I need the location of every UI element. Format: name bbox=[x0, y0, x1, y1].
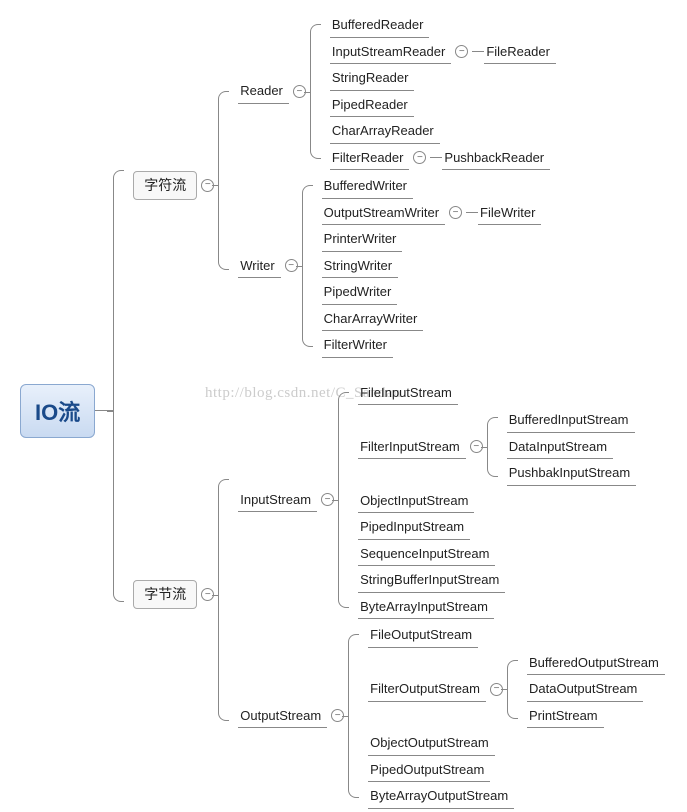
node-input-stream-reader[interactable]: InputStreamReader bbox=[330, 40, 451, 65]
node-output-stream-writer[interactable]: OutputStreamWriter bbox=[322, 201, 445, 226]
node-object-output-stream[interactable]: ObjectOutputStream bbox=[368, 731, 495, 756]
node-char-array-reader[interactable]: CharArrayReader bbox=[330, 119, 440, 144]
node-writer[interactable]: Writer bbox=[238, 254, 280, 279]
node-filter-input-stream[interactable]: FilterInputStream bbox=[358, 435, 466, 460]
node-string-reader[interactable]: StringReader bbox=[330, 66, 415, 91]
node-output-stream[interactable]: OutputStream bbox=[238, 704, 327, 729]
node-filter-reader[interactable]: FilterReader bbox=[330, 146, 410, 171]
node-buffered-input-stream[interactable]: BufferedInputStream bbox=[507, 408, 635, 433]
node-buffered-writer[interactable]: BufferedWriter bbox=[322, 174, 413, 199]
node-data-output-stream[interactable]: DataOutputStream bbox=[527, 677, 643, 702]
node-piped-reader[interactable]: PipedReader bbox=[330, 93, 414, 118]
node-file-reader[interactable]: FileReader bbox=[484, 40, 556, 65]
node-object-input-stream[interactable]: ObjectInputStream bbox=[358, 489, 474, 514]
node-piped-writer[interactable]: PipedWriter bbox=[322, 280, 398, 305]
node-file-output-stream[interactable]: FileOutputStream bbox=[368, 623, 478, 648]
node-reader[interactable]: Reader bbox=[238, 79, 289, 104]
node-input-stream[interactable]: InputStream bbox=[238, 488, 317, 513]
node-byte-array-input-stream[interactable]: ByteArrayInputStream bbox=[358, 595, 494, 620]
node-sequence-input-stream[interactable]: SequenceInputStream bbox=[358, 542, 495, 567]
node-filter-writer[interactable]: FilterWriter bbox=[322, 333, 393, 358]
mindmap: IO流 字符流 − Reader − BufferedReader InputS… bbox=[20, 10, 665, 812]
node-filter-output-stream[interactable]: FilterOutputStream bbox=[368, 677, 486, 702]
node-byte-array-output-stream[interactable]: ByteArrayOutputStream bbox=[368, 784, 514, 809]
node-char-array-writer[interactable]: CharArrayWriter bbox=[322, 307, 424, 332]
node-string-writer[interactable]: StringWriter bbox=[322, 254, 398, 279]
node-piped-output-stream[interactable]: PipedOutputStream bbox=[368, 758, 490, 783]
node-piped-input-stream[interactable]: PipedInputStream bbox=[358, 515, 470, 540]
root-node[interactable]: IO流 bbox=[20, 384, 95, 438]
toggle-icon[interactable]: − bbox=[455, 45, 468, 58]
node-string-buffer-input-stream[interactable]: StringBufferInputStream bbox=[358, 568, 505, 593]
node-data-input-stream[interactable]: DataInputStream bbox=[507, 435, 613, 460]
node-char-stream[interactable]: 字符流 bbox=[133, 171, 197, 200]
node-byte-stream[interactable]: 字节流 bbox=[133, 580, 197, 609]
node-printer-writer[interactable]: PrinterWriter bbox=[322, 227, 403, 252]
node-pushback-reader[interactable]: PushbackReader bbox=[442, 146, 550, 171]
toggle-icon[interactable]: − bbox=[449, 206, 462, 219]
node-file-input-stream[interactable]: FileInputStream bbox=[358, 381, 458, 406]
node-print-stream[interactable]: PrintStream bbox=[527, 704, 604, 729]
node-buffered-reader[interactable]: BufferedReader bbox=[330, 13, 430, 38]
toggle-icon[interactable]: − bbox=[413, 151, 426, 164]
node-buffered-output-stream[interactable]: BufferedOutputStream bbox=[527, 651, 665, 676]
node-file-writer[interactable]: FileWriter bbox=[478, 201, 541, 226]
node-pushbak-input-stream[interactable]: PushbakInputStream bbox=[507, 461, 636, 486]
